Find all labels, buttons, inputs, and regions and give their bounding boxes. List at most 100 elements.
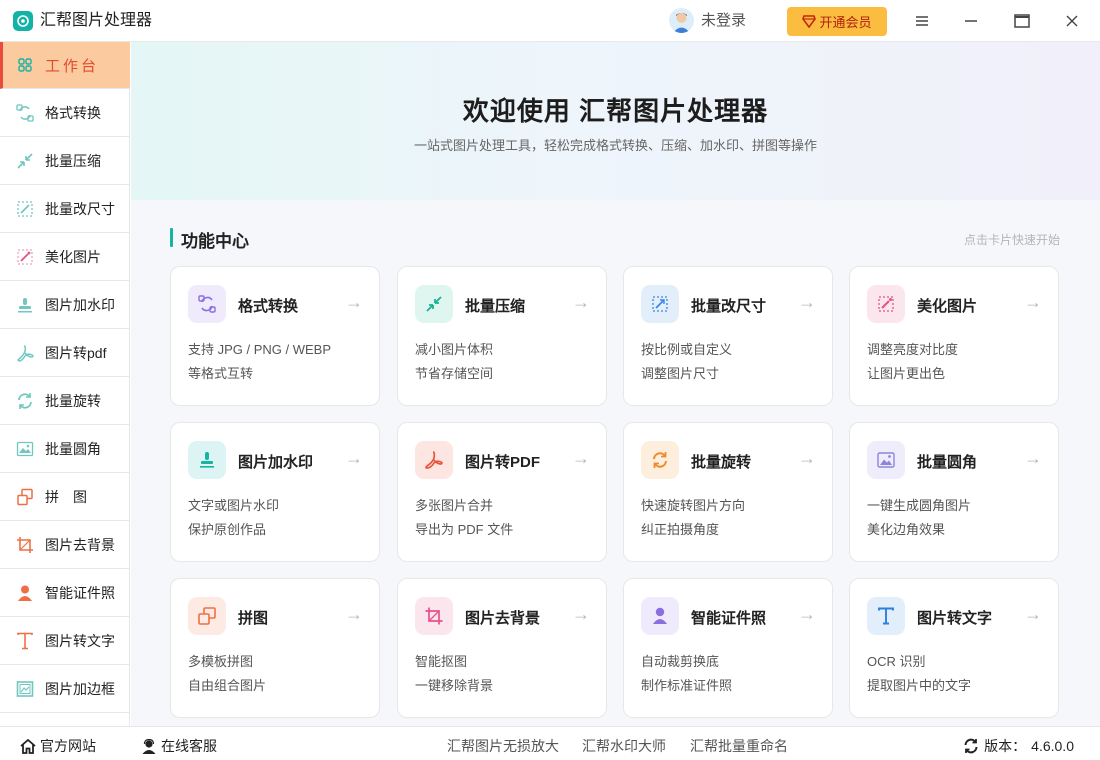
arrow-right-icon: → [1024,292,1042,312]
card-description: 快速旋转图片方向 [641,498,746,513]
sidebar-item-ocr[interactable]: 图片转文字 [0,618,130,665]
login-status[interactable]: 未登录 [701,11,746,31]
arrow-right-icon: → [345,604,363,624]
section-title: 功能中心 [181,232,249,251]
sidebar-item-format-convert[interactable]: 格式转换 [0,90,130,137]
section-hint: 点击卡片快速开始 [963,233,1060,247]
card-title: 拼图 [238,610,269,627]
text-icon [867,597,905,635]
card-batch-resize[interactable]: 批量改尺寸 → 按比例或自定义 调整图片尺寸 [623,266,833,406]
card-batch-rotate[interactable]: 批量旋转 → 快速旋转图片方向 纠正拍摄角度 [623,422,833,562]
sidebar-item-batch-compress[interactable]: 批量压缩 [0,138,130,185]
welcome-banner: 欢迎使用 汇帮图片处理器 一站式图片处理工具，轻松完成格式转换、压缩、加水印、拼… [131,42,1100,200]
footer-link-watermark-master[interactable]: 汇帮水印大师 [582,736,666,756]
pdf-icon [415,441,453,479]
resize-icon [641,285,679,323]
sidebar-item-remove-bg[interactable]: 图片去背景 [0,522,130,569]
close-button[interactable] [1058,8,1086,34]
refresh-icon[interactable] [963,738,979,754]
footer-link-batch-rename[interactable]: 汇帮批量重命名 [690,736,788,756]
card-description: OCR 识别 [867,654,926,669]
card-batch-compress[interactable]: 批量压缩 → 减小图片体积 节省存储空间 [397,266,607,406]
sidebar-item-label: 批量旋转 [45,393,101,409]
main-content: 欢迎使用 汇帮图片处理器 一站式图片处理工具，轻松完成格式转换、压缩、加水印、拼… [131,42,1100,726]
card-remove-bg[interactable]: 图片去背景 → 智能抠图 一键移除背景 [397,578,607,718]
sidebar: 工作台 格式转换 批量压缩 批量改尺寸 美化图片 图片加水印 图片转pdf 批量… [0,42,130,726]
menu-button[interactable] [908,8,936,34]
card-description: 多模板拼图 [188,654,254,669]
online-support-link[interactable]: 在线客服 [141,736,217,756]
card-description: 制作标准证件照 [641,678,733,693]
card-format-convert[interactable]: 格式转换 → 支持 JPG / PNG / WEBP 等格式互转 [170,266,380,406]
collage-icon [16,488,34,506]
sidebar-item-to-pdf[interactable]: 图片转pdf [0,330,130,377]
card-title: 图片加水印 [238,454,314,471]
person-icon [641,597,679,635]
arrow-right-icon: → [572,292,590,312]
card-description: 多张图片合并 [415,498,494,513]
card-round-corner[interactable]: 批量圆角 → 一键生成圆角图片 美化边角效果 [849,422,1059,562]
arrow-right-icon: → [572,604,590,624]
card-ocr[interactable]: 图片转文字 → OCR 识别 提取图片中的文字 [849,578,1059,718]
app-logo-icon [13,11,33,31]
card-id-photo[interactable]: 智能证件照 → 自动裁剪换底 制作标准证件照 [623,578,833,718]
card-collage[interactable]: 拼图 → 多模板拼图 自由组合图片 [170,578,380,718]
stamp-icon [16,296,34,314]
welcome-subtitle: 一站式图片处理工具，轻松完成格式转换、压缩、加水印、拼图等操作 [413,138,817,153]
sidebar-item-beautify[interactable]: 美化图片 [0,234,130,281]
arrow-right-icon: → [1024,448,1042,468]
convert-icon [188,285,226,323]
sidebar-item-label: 图片加边框 [45,681,115,697]
convert-icon [16,104,34,122]
sidebar-item-batch-resize[interactable]: 批量改尺寸 [0,186,130,233]
card-title: 图片去背景 [465,610,541,627]
app-title: 汇帮图片处理器 [40,12,153,29]
menu-icon [916,16,928,26]
crop-icon [415,597,453,635]
card-title: 美化图片 [917,298,978,315]
arrow-right-icon: → [798,448,816,468]
sidebar-item-label: 图片加水印 [45,297,115,313]
minimize-icon [965,20,977,22]
official-website-link[interactable]: 官方网站 [20,736,96,756]
grid-icon [16,56,34,74]
sidebar-item-label: 图片转pdf [45,345,107,361]
card-description: 让图片更出色 [867,366,946,381]
vip-button[interactable]: 开通会员 [787,7,887,36]
frame-icon [16,680,34,698]
rotate-icon [16,392,34,410]
user-avatar-icon[interactable] [669,8,694,33]
rotate-icon [641,441,679,479]
maximize-button[interactable] [1008,8,1036,34]
image-icon [16,440,34,458]
card-to-pdf[interactable]: 图片转PDF → 多张图片合并 导出为 PDF 文件 [397,422,607,562]
pdf-icon [16,344,34,362]
card-description: 智能抠图 [415,654,468,669]
sidebar-item-watermark[interactable]: 图片加水印 [0,282,130,329]
version-number: 4.6.0.0 [1031,738,1074,754]
sidebar-item-label: 智能证件照 [45,585,115,601]
sidebar-item-batch-rotate[interactable]: 批量旋转 [0,378,130,425]
version-info: 版本： 4.6.0.0 [963,736,1074,756]
footer-link-lossless-upscale[interactable]: 汇帮图片无损放大 [447,736,559,756]
sidebar-item-label: 批量改尺寸 [45,201,115,217]
sidebar-item-round-corner[interactable]: 批量圆角 [0,426,130,473]
sidebar-item-collage[interactable]: 拼 图 [0,474,130,521]
card-description: 纠正拍摄角度 [641,522,720,537]
beautify-icon [867,285,905,323]
card-description: 节省存储空间 [415,366,494,381]
version-label: 版本： [984,738,1027,754]
sidebar-item-label: 批量圆角 [45,441,101,457]
sidebar-item-add-frame[interactable]: 图片加边框 [0,666,130,713]
card-description: 等格式互转 [188,366,254,381]
sidebar-item-workbench[interactable]: 工作台 [0,42,130,89]
card-beautify[interactable]: 美化图片 → 调整亮度对比度 让图片更出色 [849,266,1059,406]
sidebar-item-label: 美化图片 [45,249,101,265]
sidebar-item-id-photo[interactable]: 智能证件照 [0,570,130,617]
person-icon [16,584,34,602]
crop-icon [16,536,34,554]
card-watermark[interactable]: 图片加水印 → 文字或图片水印 保护原创作品 [170,422,380,562]
close-icon [1066,15,1078,27]
resize-icon [16,200,34,218]
minimize-button[interactable] [957,8,985,34]
